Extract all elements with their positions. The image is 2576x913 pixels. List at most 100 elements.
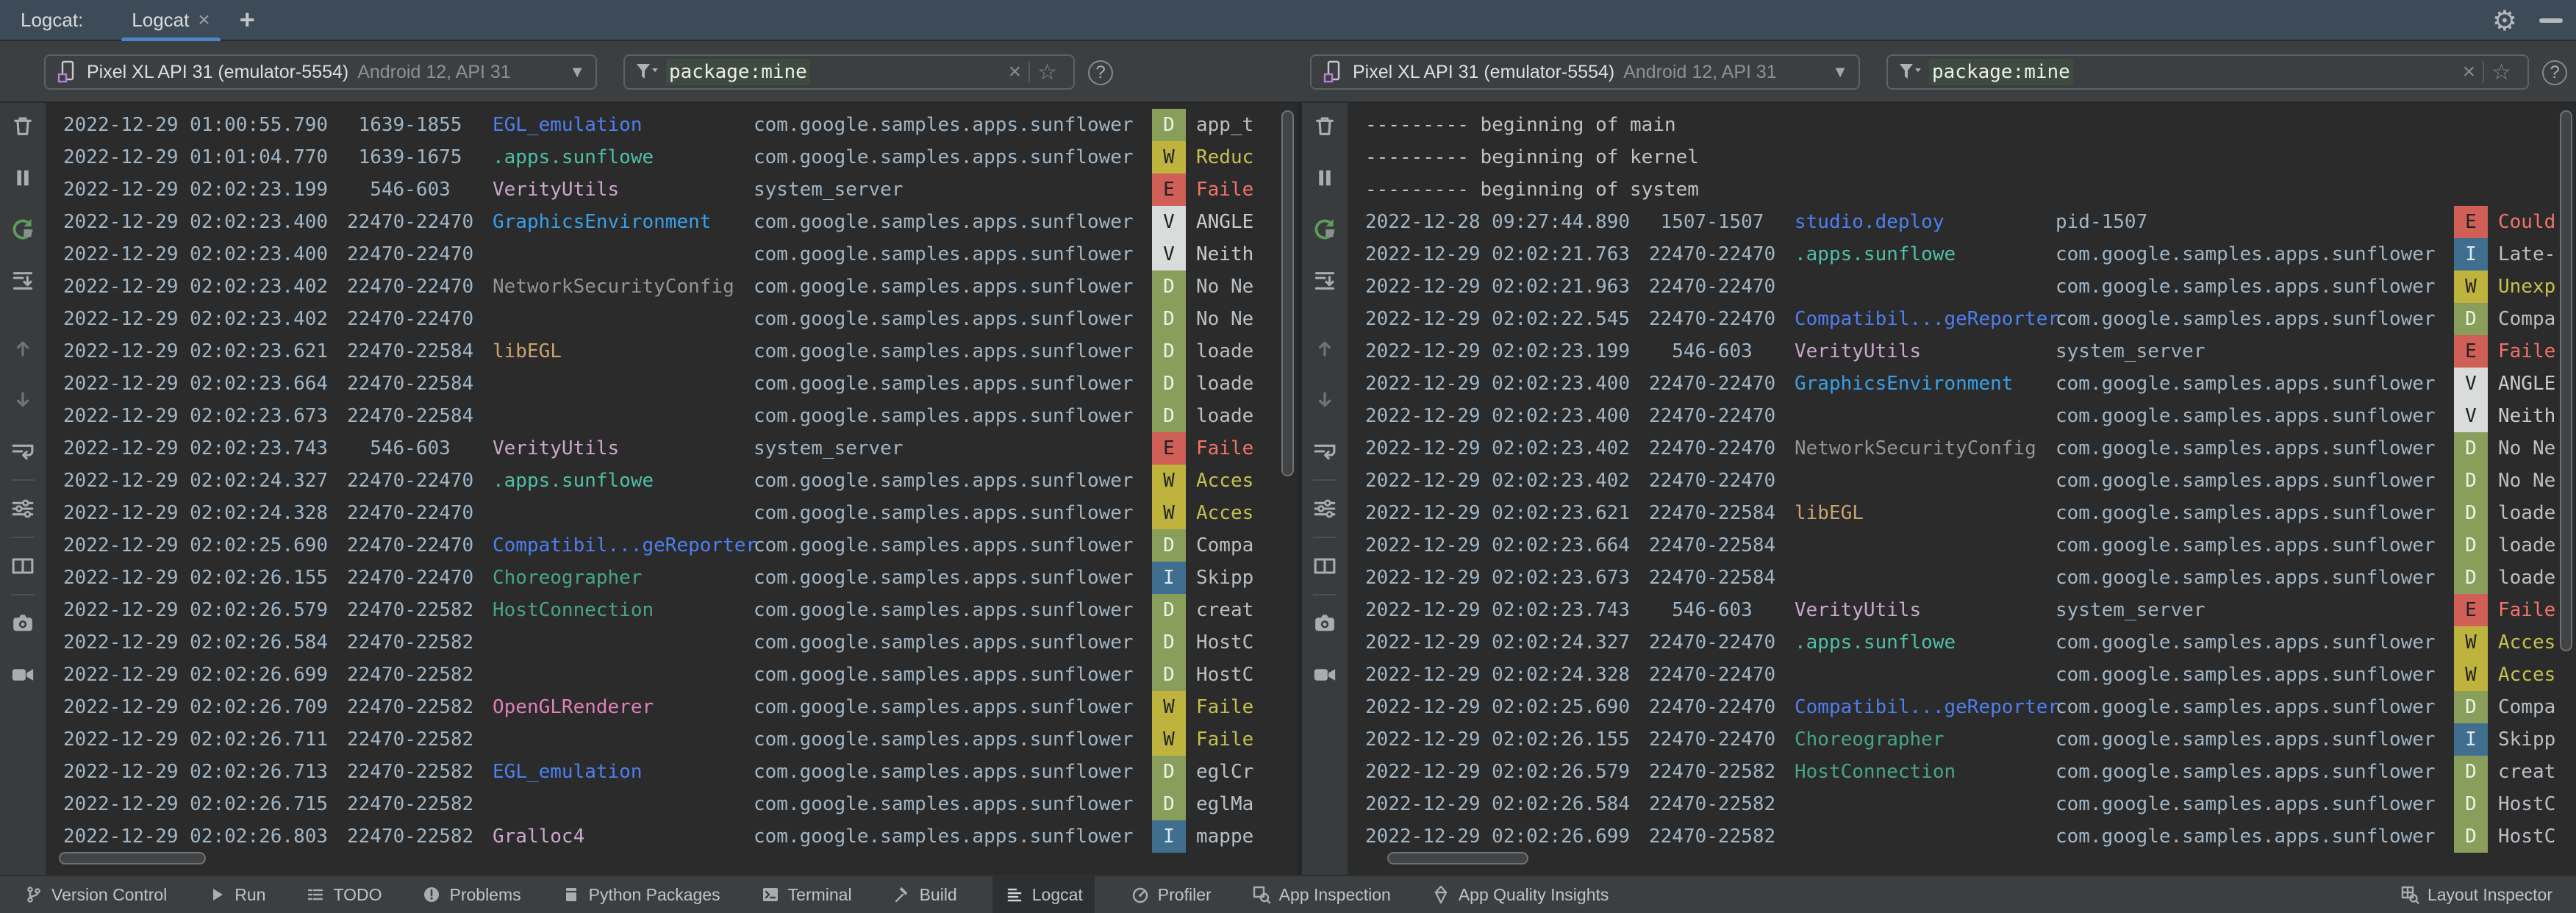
- favorite-filter-icon[interactable]: ☆: [1030, 60, 1065, 85]
- log-row[interactable]: 2022-12-29 02:02:26.155 22470-22470 Choreo…: [1349, 723, 2576, 756]
- log-row[interactable]: 2022-12-29 02:02:23.673 22470-22584 com.go…: [47, 400, 1298, 432]
- log-row[interactable]: 2022-12-29 02:02:24.327 22470-22470 .apps.…: [47, 465, 1298, 497]
- previous-occurrence-icon[interactable]: [10, 335, 36, 362]
- log-row[interactable]: 2022-12-29 02:02:25.690 22470-22470 Compat…: [1349, 691, 2576, 723]
- statusbar-item-profiler[interactable]: Profiler: [1126, 876, 1216, 913]
- log-row[interactable]: 2022-12-29 02:02:26.711 22470-22582 com.go…: [47, 723, 1298, 756]
- statusbar-item-terminal[interactable]: Terminal: [756, 876, 856, 913]
- log-row[interactable]: 2022-12-29 02:02:23.743 546-603 VerityUtil…: [47, 432, 1298, 465]
- log-row[interactable]: 2022-12-29 02:02:23.400 22470-22470 com.go…: [1349, 400, 2576, 432]
- hide-tool-window-icon[interactable]: [2539, 18, 2563, 23]
- log-row[interactable]: 2022-12-29 02:02:26.584 22470-22582 com.go…: [47, 626, 1298, 659]
- log-row[interactable]: 2022-12-29 01:01:04.770 1639-1675 .apps.su…: [47, 141, 1298, 173]
- horizontal-scrollbar[interactable]: [59, 852, 206, 864]
- screen-record-icon[interactable]: [1312, 662, 1338, 688]
- log-row[interactable]: 2022-12-29 02:02:26.579 22470-22582 HostCo…: [1349, 756, 2576, 788]
- tab-logcat[interactable]: Logcat ×: [121, 0, 221, 42]
- log-row[interactable]: 2022-12-29 02:02:23.402 22470-22470 Networ…: [1349, 432, 2576, 465]
- soft-wrap-icon[interactable]: [10, 438, 36, 465]
- next-occurrence-icon[interactable]: [1312, 387, 1338, 413]
- configure-logcat-icon[interactable]: [1312, 495, 1338, 522]
- soft-wrap-icon[interactable]: [1312, 438, 1338, 465]
- statusbar-item-problems[interactable]: Problems: [417, 876, 525, 913]
- log-row[interactable]: 2022-12-29 02:02:26.699 22470-22582 com.go…: [1349, 820, 2576, 853]
- log-row[interactable]: 2022-12-29 02:02:23.673 22470-22584 com.go…: [1349, 562, 2576, 594]
- restart-logcat-icon[interactable]: [1312, 216, 1338, 243]
- screen-record-icon[interactable]: [10, 662, 36, 688]
- filter-input-2[interactable]: package:mine × ☆: [1886, 54, 2529, 90]
- log-row[interactable]: 2022-12-29 02:02:26.803 22470-22582 Grallo…: [47, 820, 1298, 853]
- log-row[interactable]: 2022-12-29 02:02:23.664 22470-22584 com.go…: [1349, 529, 2576, 562]
- log-row[interactable]: 2022-12-29 02:02:24.328 22470-22470 com.go…: [1349, 659, 2576, 691]
- log-row[interactable]: 2022-12-29 02:02:26.579 22470-22582 HostCo…: [47, 594, 1298, 626]
- pause-logcat-icon[interactable]: [1312, 165, 1338, 191]
- log-row[interactable]: 2022-12-29 02:02:26.699 22470-22582 com.go…: [47, 659, 1298, 691]
- log-row[interactable]: 2022-12-29 02:02:23.400 22470-22470 com.go…: [47, 238, 1298, 271]
- statusbar-item-app-quality-insights[interactable]: App Quality Insights: [1426, 876, 1614, 913]
- log-row[interactable]: 2022-12-29 02:02:23.743 546-603 VerityUtil…: [1349, 594, 2576, 626]
- log-row[interactable]: 2022-12-29 02:02:23.664 22470-22584 com.go…: [47, 368, 1298, 400]
- log-row[interactable]: 2022-12-29 02:02:23.402 22470-22470 com.go…: [47, 303, 1298, 335]
- log-row[interactable]: 2022-12-29 02:02:23.402 22470-22470 Networ…: [47, 271, 1298, 303]
- favorite-filter-icon[interactable]: ☆: [2484, 60, 2519, 85]
- filter-funnel-icon[interactable]: [1897, 61, 1922, 83]
- clear-filter-icon[interactable]: ×: [1001, 60, 1029, 85]
- log-row[interactable]: 2022-12-29 02:02:23.621 22470-22584 libEGL…: [47, 335, 1298, 368]
- statusbar-item-run[interactable]: Run: [202, 876, 270, 913]
- log-row[interactable]: 2022-12-29 02:02:21.763 22470-22470 .apps.…: [1349, 238, 2576, 271]
- help-icon[interactable]: ?: [2542, 60, 2567, 85]
- log-row[interactable]: 2022-12-29 02:02:26.584 22470-22582 com.go…: [1349, 788, 2576, 820]
- log-row[interactable]: 2022-12-29 02:02:23.400 22470-22470 Graphi…: [47, 206, 1298, 238]
- log-view[interactable]: 2022-12-29 01:00:55.790 1639-1855 EGL_emul…: [47, 103, 1298, 875]
- log-banner-row[interactable]: --------- beginning of system: [1349, 173, 2576, 206]
- log-row[interactable]: 2022-12-29 02:02:25.690 22470-22470 Compat…: [47, 529, 1298, 562]
- add-tab-icon[interactable]: +: [240, 7, 255, 33]
- filter-input[interactable]: package:mine × ☆: [623, 54, 1075, 90]
- log-row[interactable]: 2022-12-29 02:02:26.715 22470-22582 com.go…: [47, 788, 1298, 820]
- clear-logcat-icon[interactable]: [10, 113, 36, 140]
- vertical-scrollbar[interactable]: [2560, 110, 2572, 651]
- log-row[interactable]: 2022-12-29 02:02:26.709 22470-22582 OpenGL…: [47, 691, 1298, 723]
- log-row[interactable]: 2022-12-29 02:02:26.155 22470-22470 Choreo…: [47, 562, 1298, 594]
- previous-occurrence-icon[interactable]: [1312, 335, 1338, 362]
- vertical-scrollbar[interactable]: [1281, 110, 1294, 476]
- split-panels-icon[interactable]: [10, 553, 36, 579]
- screenshot-icon[interactable]: [10, 610, 36, 637]
- log-row[interactable]: 2022-12-29 02:02:22.545 22470-22470 Compat…: [1349, 303, 2576, 335]
- log-row[interactable]: 2022-12-29 02:02:26.713 22470-22582 EGL_em…: [47, 756, 1298, 788]
- next-occurrence-icon[interactable]: [10, 387, 36, 413]
- log-banner-row[interactable]: --------- beginning of main: [1349, 109, 2576, 141]
- log-row[interactable]: 2022-12-29 02:02:23.621 22470-22584 libEGL…: [1349, 497, 2576, 529]
- log-row[interactable]: 2022-12-29 02:02:21.963 22470-22470 com.go…: [1349, 271, 2576, 303]
- device-selector-2[interactable]: Pixel XL API 31 (emulator-5554) Android …: [1310, 54, 1860, 90]
- log-row[interactable]: 2022-12-29 02:02:23.402 22470-22470 com.go…: [1349, 465, 2576, 497]
- tab-close-icon[interactable]: ×: [198, 10, 210, 30]
- log-row[interactable]: 2022-12-29 01:00:55.790 1639-1855 EGL_emul…: [47, 109, 1298, 141]
- statusbar-item-app-inspection[interactable]: App Inspection: [1247, 876, 1395, 913]
- screenshot-icon[interactable]: [1312, 610, 1338, 637]
- horizontal-scrollbar[interactable]: [1387, 852, 1528, 864]
- log-row[interactable]: 2022-12-29 02:02:24.328 22470-22470 com.go…: [47, 497, 1298, 529]
- statusbar-item-todo[interactable]: TODO: [301, 876, 386, 913]
- scroll-to-end-icon[interactable]: [10, 268, 36, 294]
- statusbar-item-layout-inspector[interactable]: Layout Inspector: [2395, 876, 2557, 913]
- clear-filter-icon[interactable]: ×: [2455, 60, 2483, 85]
- log-row[interactable]: 2022-12-29 02:02:24.327 22470-22470 .apps.…: [1349, 626, 2576, 659]
- clear-logcat-icon[interactable]: [1312, 113, 1338, 140]
- pause-logcat-icon[interactable]: [10, 165, 36, 191]
- statusbar-item-python-packages[interactable]: Python Packages: [557, 876, 725, 913]
- gear-icon[interactable]: ⚙: [2492, 4, 2517, 37]
- log-view[interactable]: --------- beginning of main --------- beg…: [1349, 103, 2576, 875]
- device-selector[interactable]: Pixel XL API 31 (emulator-5554) Android …: [44, 54, 597, 90]
- log-row[interactable]: 2022-12-28 09:27:44.890 1507-1507 studio.d…: [1349, 206, 2576, 238]
- log-row[interactable]: 2022-12-29 02:02:23.199 546-603 VerityUtil…: [1349, 335, 2576, 368]
- log-row[interactable]: 2022-12-29 02:02:23.199 546-603 VerityUtil…: [47, 173, 1298, 206]
- statusbar-item-build[interactable]: Build: [887, 876, 962, 913]
- configure-logcat-icon[interactable]: [10, 495, 36, 522]
- filter-funnel-icon[interactable]: [634, 61, 659, 83]
- log-row[interactable]: 2022-12-29 02:02:23.400 22470-22470 Graphi…: [1349, 368, 2576, 400]
- log-banner-row[interactable]: --------- beginning of kernel: [1349, 141, 2576, 173]
- scroll-to-end-icon[interactable]: [1312, 268, 1338, 294]
- statusbar-item-version-control[interactable]: Version Control: [19, 876, 171, 913]
- help-icon[interactable]: ?: [1088, 60, 1113, 85]
